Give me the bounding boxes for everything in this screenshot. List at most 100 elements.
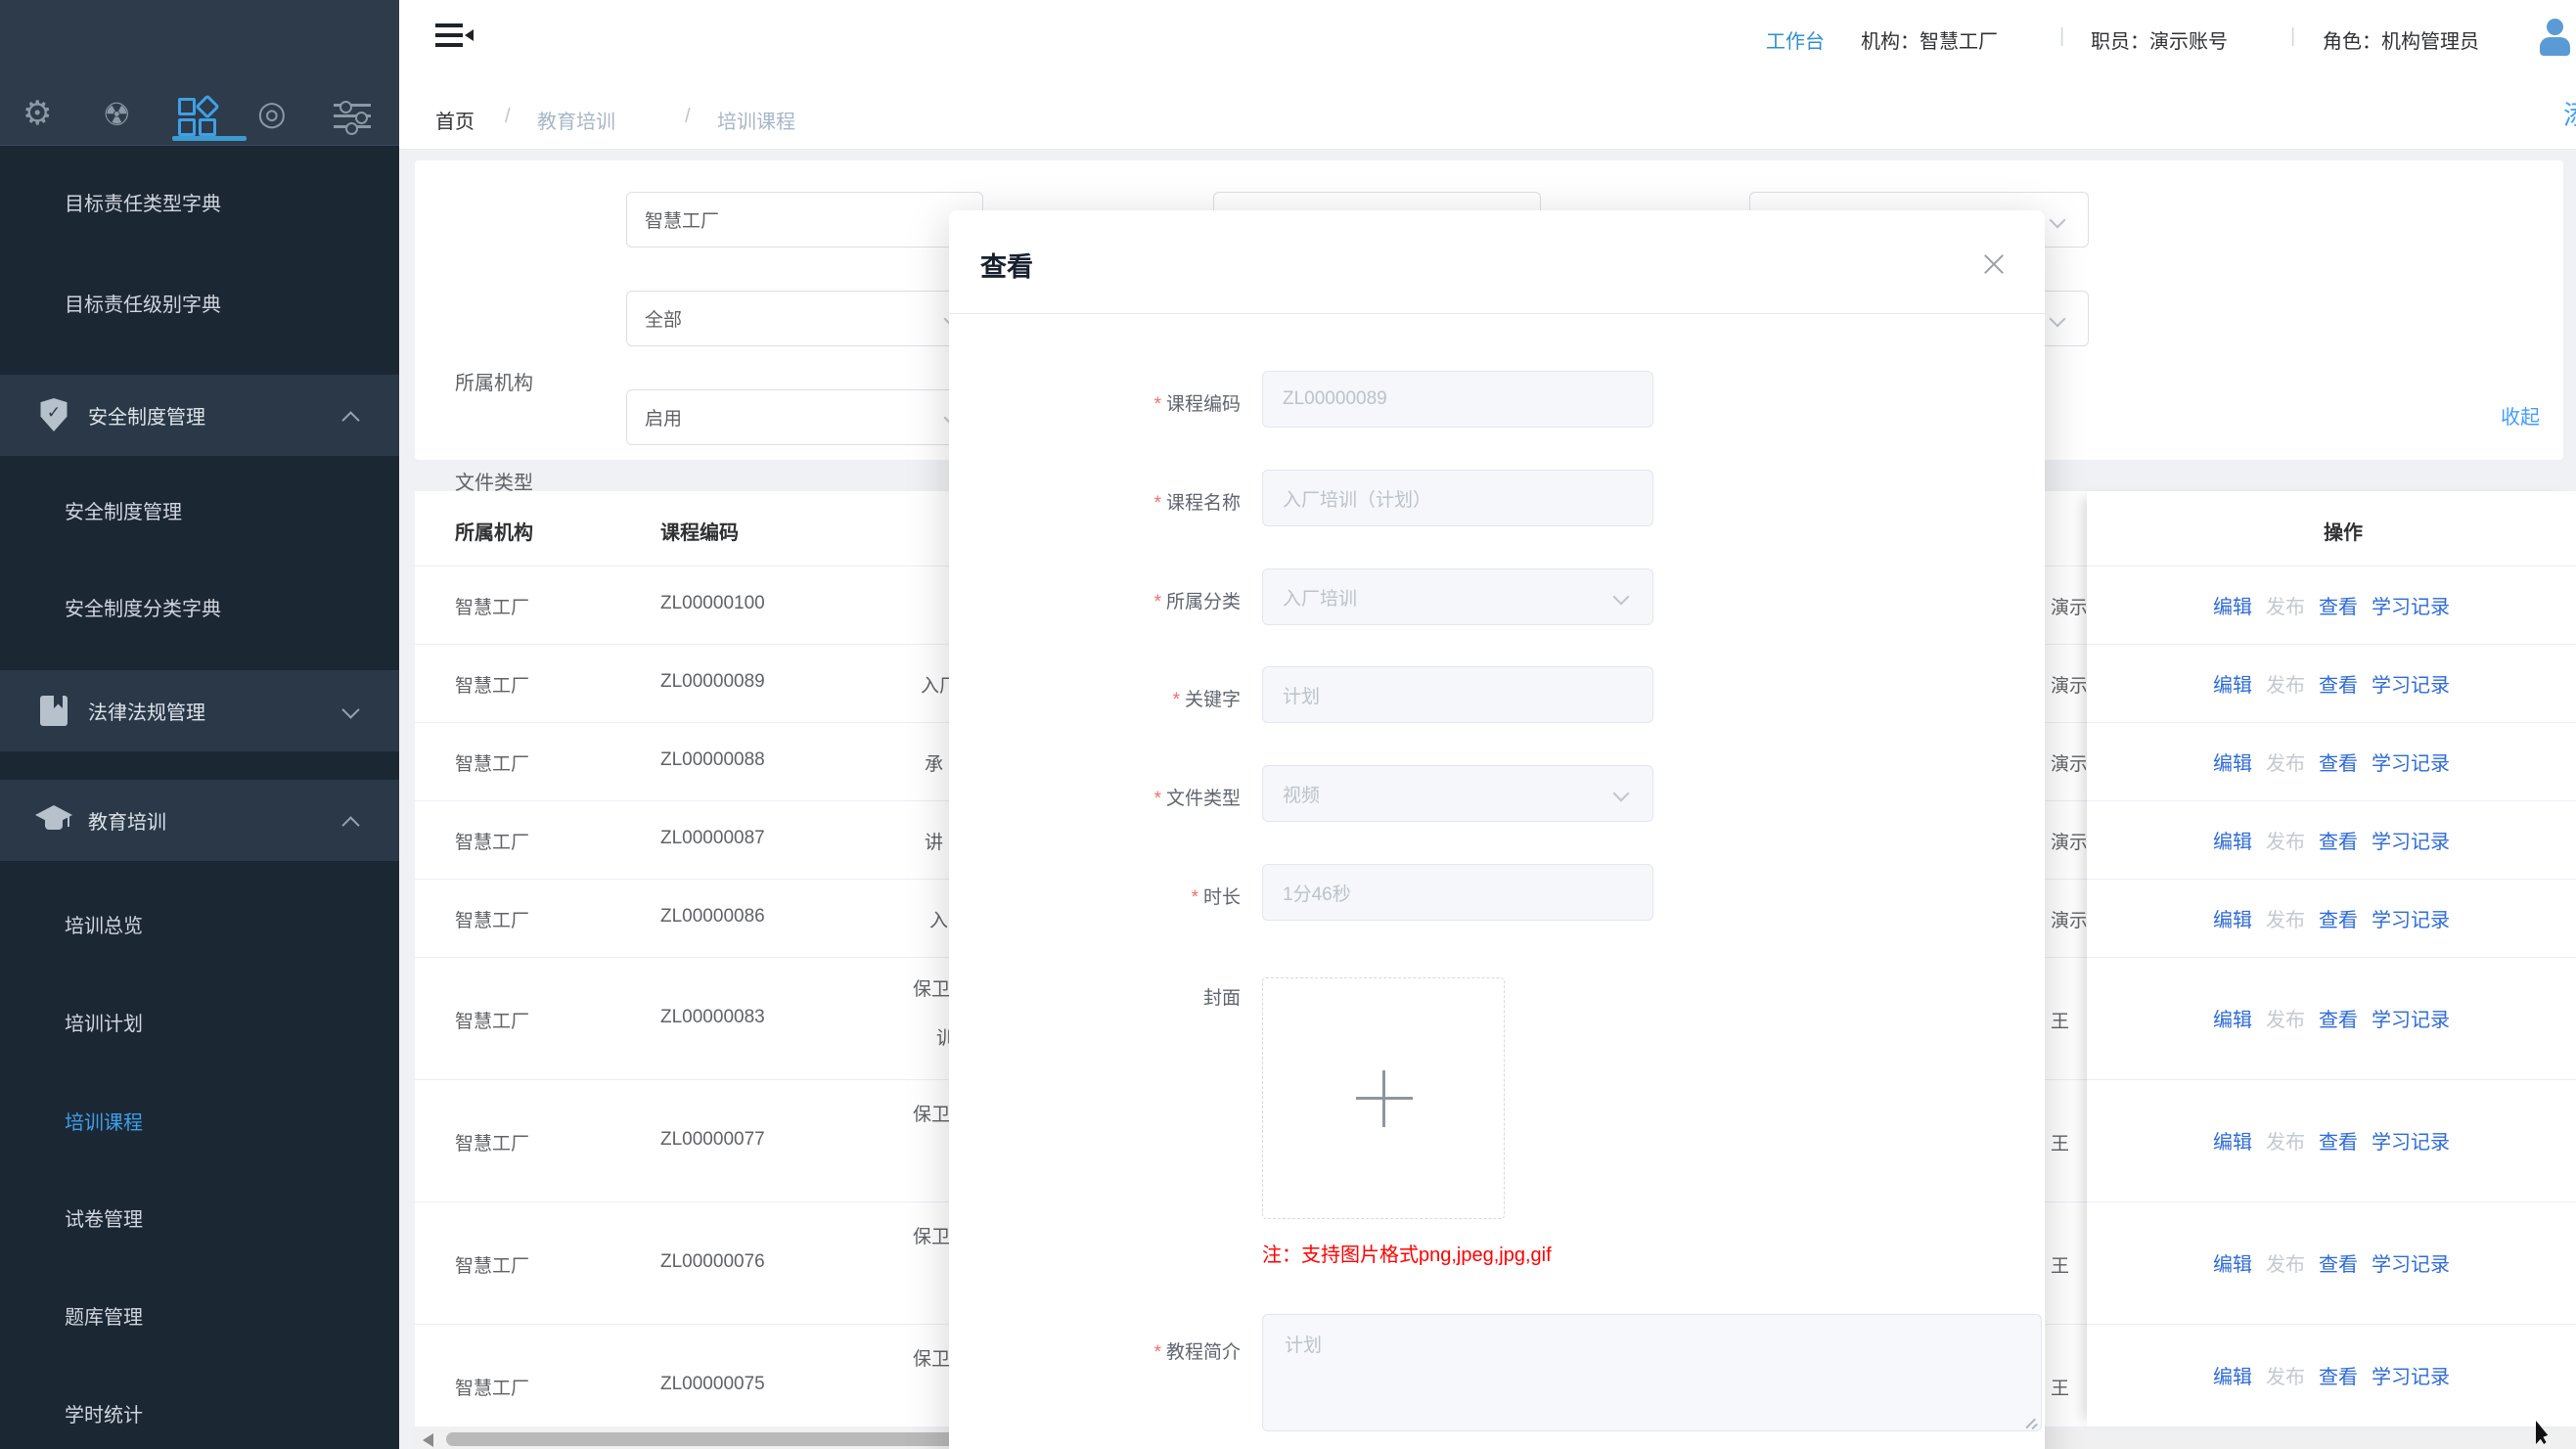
sidebar-item-study-hours-stats[interactable]: 学时统计 [0, 1383, 399, 1442]
edit-link[interactable]: 编辑 [2213, 1361, 2252, 1389]
edit-link[interactable]: 编辑 [2213, 1248, 2252, 1277]
sidebar-item-training-plan[interactable]: 培训计划 [0, 992, 399, 1051]
edit-link[interactable]: 编辑 [2213, 591, 2252, 619]
sidebar: ⚙ ☢ ◎ 目标责任类型字典 目标责任级别字典 [0, 0, 399, 1449]
sidebar-item-question-bank-mgmt[interactable]: 题库管理 [0, 1286, 399, 1344]
field-textarea-intro[interactable]: 计划 [1262, 1314, 2042, 1431]
filter-org-label: 所属机构 [455, 367, 533, 395]
view-link[interactable]: 查看 [2319, 904, 2358, 932]
field-select-category[interactable]: 入厂培训 [1262, 568, 1653, 625]
records-link[interactable]: 学习记录 [2372, 747, 2450, 776]
sidebar-item-label: 安全制度分类字典 [65, 593, 221, 621]
hazard-icon[interactable]: ☢ [103, 96, 131, 133]
sidebar-collapse-icon[interactable] [435, 22, 471, 49]
records-link[interactable]: 学习记录 [2372, 1248, 2450, 1277]
row-actions: 编辑 发布 查看 学习记录 [2087, 566, 2576, 644]
field-input-name[interactable]: 入厂培训（计划） [1262, 470, 1653, 526]
cell-name-frag: 讲 [925, 828, 943, 854]
chevron-down-icon [341, 701, 359, 718]
edit-link[interactable]: 编辑 [2213, 747, 2252, 776]
edit-link[interactable]: 编辑 [2213, 1004, 2252, 1032]
view-link[interactable]: 查看 [2319, 1126, 2358, 1155]
sidebar-item-training-course-active[interactable]: 培训课程 [0, 1091, 399, 1150]
field-input-keyword[interactable]: 计划 [1262, 666, 1653, 723]
cell-name-frag: 承 [925, 749, 943, 776]
field-value-duration: 1分46秒 [1283, 880, 1351, 906]
clipped-action-text[interactable]: 添 [2563, 94, 2576, 137]
target-icon[interactable]: ◎ [257, 94, 287, 133]
records-link[interactable]: 学习记录 [2372, 1126, 2450, 1155]
sidebar-group-laws[interactable]: 法律法规管理 [0, 670, 399, 751]
sidebar-item-label: 试卷管理 [65, 1203, 143, 1232]
view-dialog: 查看 *课程编码 ZL00000089 *课程名称 入厂培训（计划） *所属分类… [949, 210, 2045, 1449]
cell-creator-frag: 王 [2051, 1251, 2086, 1278]
publish-link: 发布 [2266, 1361, 2305, 1389]
sidebar-item-training-overview[interactable]: 培训总览 [0, 894, 399, 953]
cell-creator-frag: 演示 [2051, 593, 2086, 619]
edit-link[interactable]: 编辑 [2213, 904, 2252, 932]
view-link[interactable]: 查看 [2319, 747, 2358, 776]
sidebar-item-safety-system-mgmt[interactable]: 安全制度管理 [0, 480, 399, 539]
settings-icon[interactable]: ⚙ [23, 94, 52, 133]
view-link[interactable]: 查看 [2319, 1248, 2358, 1277]
chevron-up-icon [341, 816, 359, 834]
sliders-icon[interactable] [334, 102, 371, 129]
cell-code: ZL00000077 [660, 1129, 765, 1151]
field-input-code[interactable]: ZL00000089 [1262, 371, 1653, 428]
shield-check-icon: ✓ [39, 398, 68, 431]
cell-code: ZL00000087 [660, 828, 765, 849]
records-link[interactable]: 学习记录 [2372, 1361, 2450, 1389]
row-actions: 编辑 发布 查看 学习记录 [2087, 722, 2576, 800]
edit-link[interactable]: 编辑 [2213, 1126, 2252, 1155]
view-link[interactable]: 查看 [2319, 1361, 2358, 1389]
sidebar-group-safety-system[interactable]: ✓ 安全制度管理 [0, 375, 399, 456]
breadcrumb-education[interactable]: 教育培训 [537, 106, 615, 134]
records-link[interactable]: 学习记录 [2372, 669, 2450, 698]
sidebar-item-target-level-dict[interactable]: 目标责任级别字典 [0, 273, 399, 332]
sidebar-item-label: 目标责任级别字典 [65, 289, 221, 317]
field-input-duration[interactable]: 1分46秒 [1262, 864, 1653, 921]
graduation-cap-icon [35, 805, 72, 837]
sidebar-item-safety-system-category-dict[interactable]: 安全制度分类字典 [0, 577, 399, 636]
sidebar-item-label: 培训总览 [65, 910, 143, 938]
book-icon [40, 696, 68, 726]
cell-code: ZL00000100 [660, 593, 765, 614]
cover-upload-box[interactable] [1262, 977, 1505, 1219]
records-link[interactable]: 学习记录 [2372, 904, 2450, 932]
filter-status-select[interactable]: 启用 [626, 389, 983, 445]
filter-org-input[interactable]: 智慧工厂 [626, 192, 983, 248]
cell-name-frag: 保卫 [913, 974, 950, 1001]
cell-creator-frag: 演示 [2051, 671, 2086, 698]
cell-org: 智慧工厂 [455, 671, 529, 698]
close-icon[interactable] [1976, 248, 2011, 283]
sidebar-group-education[interactable]: 教育培训 [0, 780, 399, 861]
apps-grid-icon[interactable] [178, 98, 213, 133]
workbench-link[interactable]: 工作台 [1766, 25, 1825, 54]
sidebar-item-exam-paper-mgmt[interactable]: 试卷管理 [0, 1188, 399, 1246]
view-link[interactable]: 查看 [2319, 591, 2358, 619]
row-actions: 编辑 发布 查看 学习记录 [2087, 800, 2576, 879]
publish-link: 发布 [2266, 591, 2305, 619]
field-value-keyword: 计划 [1283, 682, 1320, 708]
records-link[interactable]: 学习记录 [2372, 591, 2450, 619]
edit-link[interactable]: 编辑 [2213, 826, 2252, 854]
field-value-intro: 计划 [1285, 1331, 1322, 1357]
view-link[interactable]: 查看 [2319, 669, 2358, 698]
cell-name-frag: 入 [929, 906, 948, 932]
filter-file-type-select[interactable]: 全部 [626, 291, 983, 346]
publish-link: 发布 [2266, 904, 2305, 932]
cell-org: 智慧工厂 [455, 1007, 529, 1033]
records-link[interactable]: 学习记录 [2372, 826, 2450, 854]
view-link[interactable]: 查看 [2319, 1004, 2358, 1032]
scrollbar-left-arrow[interactable] [423, 1433, 433, 1447]
breadcrumb-home[interactable]: 首页 [435, 106, 475, 134]
field-select-file-type[interactable]: 视频 [1262, 765, 1653, 822]
collapse-filters-link[interactable]: 收起 [2501, 401, 2540, 430]
avatar[interactable] [2533, 15, 2576, 60]
records-link[interactable]: 学习记录 [2372, 1004, 2450, 1032]
dialog-header-divider [949, 313, 2045, 314]
sidebar-item-target-type-dict[interactable]: 目标责任类型字典 [0, 172, 399, 231]
view-link[interactable]: 查看 [2319, 826, 2358, 854]
field-value-file-type: 视频 [1283, 781, 1320, 807]
edit-link[interactable]: 编辑 [2213, 669, 2252, 698]
